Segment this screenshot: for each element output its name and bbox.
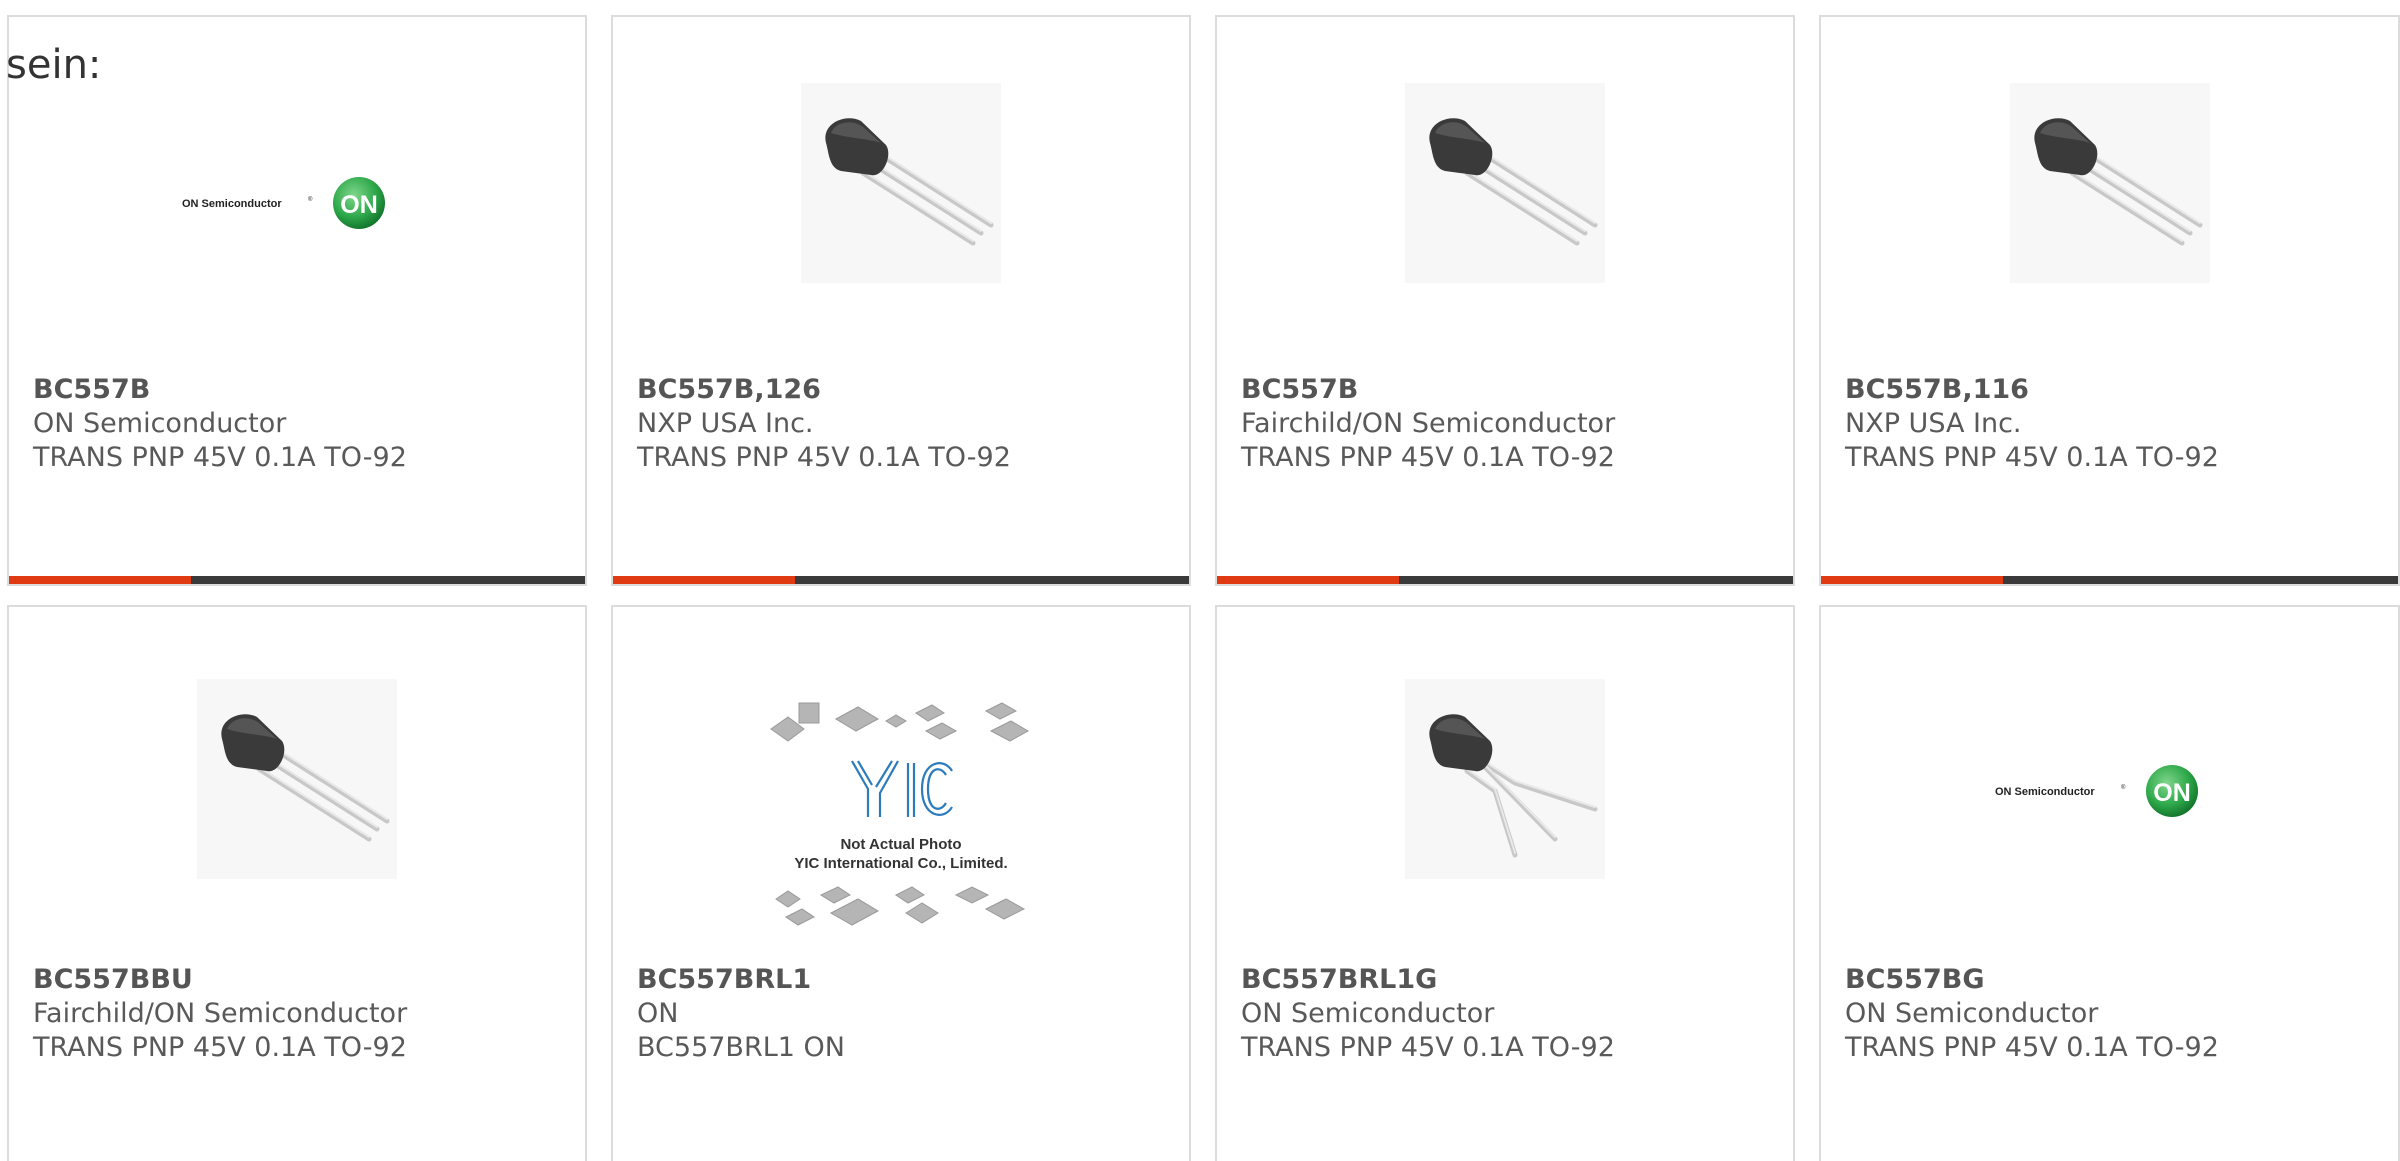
part-number[interactable]: BC557BBU [33,963,569,997]
product-info: BC557BRL1 ON BC557BRL1 ON [637,963,1173,1065]
part-number[interactable]: BC557B [33,373,569,407]
description: BC557BRL1 ON [637,1032,845,1063]
product-info: BC557BBU Fairchild/ON Semiconductor TRAN… [33,963,569,1065]
manufacturer: Fairchild/ON Semiconductor [33,998,408,1029]
manufacturer: ON Semiconductor [1845,998,2099,1029]
intro-text: sein: [6,42,102,88]
product-card-bc557bbu[interactable]: BC557BBU Fairchild/ON Semiconductor TRAN… [7,605,587,1161]
on-semiconductor-logo-icon: ON Semiconductor ® ON [182,157,412,247]
svg-text:Not Actual Photo: Not Actual Photo [840,836,961,853]
transistor-to92-photo-icon [2009,83,2210,283]
manufacturer: NXP USA Inc. [1845,408,2022,439]
product-card-bc557b-116[interactable]: BC557B,116 NXP USA Inc. TRANS PNP 45V 0.… [1819,15,2400,586]
part-number[interactable]: BC557BRL1 [637,963,1173,997]
description: TRANS PNP 45V 0.1A TO-92 [1845,442,2219,473]
transistor-to92-photo-icon [197,679,397,879]
transistor-to92-photo-icon [1405,83,1605,283]
product-info: BC557BG ON Semiconductor TRANS PNP 45V 0… [1845,963,2382,1065]
yic-placeholder-icon: Not Actual Photo YIC International Co., … [766,699,1036,939]
part-number[interactable]: BC557B,116 [1845,373,2382,407]
product-grid-page: sein: ON Semiconductor ® ON BC557B ON Se [0,0,2400,1161]
description: TRANS PNP 45V 0.1A TO-92 [33,1032,407,1063]
card-accent-bar [1821,576,2398,584]
card-accent-bar [613,576,1189,584]
manufacturer: ON Semiconductor [1241,998,1495,1029]
product-info: BC557B ON Semiconductor TRANS PNP 45V 0.… [33,373,569,475]
svg-text:ON: ON [2153,779,2191,807]
product-info: BC557B Fairchild/ON Semiconductor TRANS … [1241,373,1777,475]
manufacturer: ON Semiconductor [33,408,287,439]
manufacturer: NXP USA Inc. [637,408,814,439]
product-card-bc557b-126[interactable]: BC557B,126 NXP USA Inc. TRANS PNP 45V 0.… [611,15,1191,586]
product-card-bc557brl1g[interactable]: BC557BRL1G ON Semiconductor TRANS PNP 45… [1215,605,1795,1161]
part-number[interactable]: BC557B [1241,373,1777,407]
part-number[interactable]: BC557BRL1G [1241,963,1777,997]
card-accent-bar [9,576,585,584]
part-number[interactable]: BC557B,126 [637,373,1173,407]
description: TRANS PNP 45V 0.1A TO-92 [1241,442,1615,473]
description: TRANS PNP 45V 0.1A TO-92 [1241,1032,1615,1063]
svg-text:ON Semiconductor: ON Semiconductor [182,198,282,210]
product-info: BC557B,116 NXP USA Inc. TRANS PNP 45V 0.… [1845,373,2382,475]
description: TRANS PNP 45V 0.1A TO-92 [637,442,1011,473]
transistor-to92-photo-icon [801,83,1001,283]
product-info: BC557BRL1G ON Semiconductor TRANS PNP 45… [1241,963,1777,1065]
manufacturer: ON [637,998,679,1029]
product-card-bc557bg[interactable]: ON Semiconductor ® ON BC557BG ON Semicon… [1819,605,2400,1161]
product-card-bc557b-on[interactable]: ON Semiconductor ® ON BC557B ON Semicond… [7,15,587,586]
card-accent-bar [1217,576,1793,584]
svg-text:®: ® [2121,784,2126,791]
on-semiconductor-logo-icon: ON Semiconductor ® ON [1995,745,2225,835]
svg-text:ON: ON [340,191,378,219]
product-card-bc557b-fairchild[interactable]: BC557B Fairchild/ON Semiconductor TRANS … [1215,15,1795,586]
description: TRANS PNP 45V 0.1A TO-92 [33,442,407,473]
transistor-to92-bent-leads-photo-icon [1405,679,1605,879]
description: TRANS PNP 45V 0.1A TO-92 [1845,1032,2219,1063]
product-info: BC557B,126 NXP USA Inc. TRANS PNP 45V 0.… [637,373,1173,475]
svg-text:ON Semiconductor: ON Semiconductor [1995,786,2095,798]
manufacturer: Fairchild/ON Semiconductor [1241,408,1616,439]
svg-text:YIC International Co., Limited: YIC International Co., Limited. [794,855,1007,872]
svg-text:®: ® [308,196,313,203]
part-number[interactable]: BC557BG [1845,963,2382,997]
product-card-bc557brl1[interactable]: Not Actual Photo YIC International Co., … [611,605,1191,1161]
